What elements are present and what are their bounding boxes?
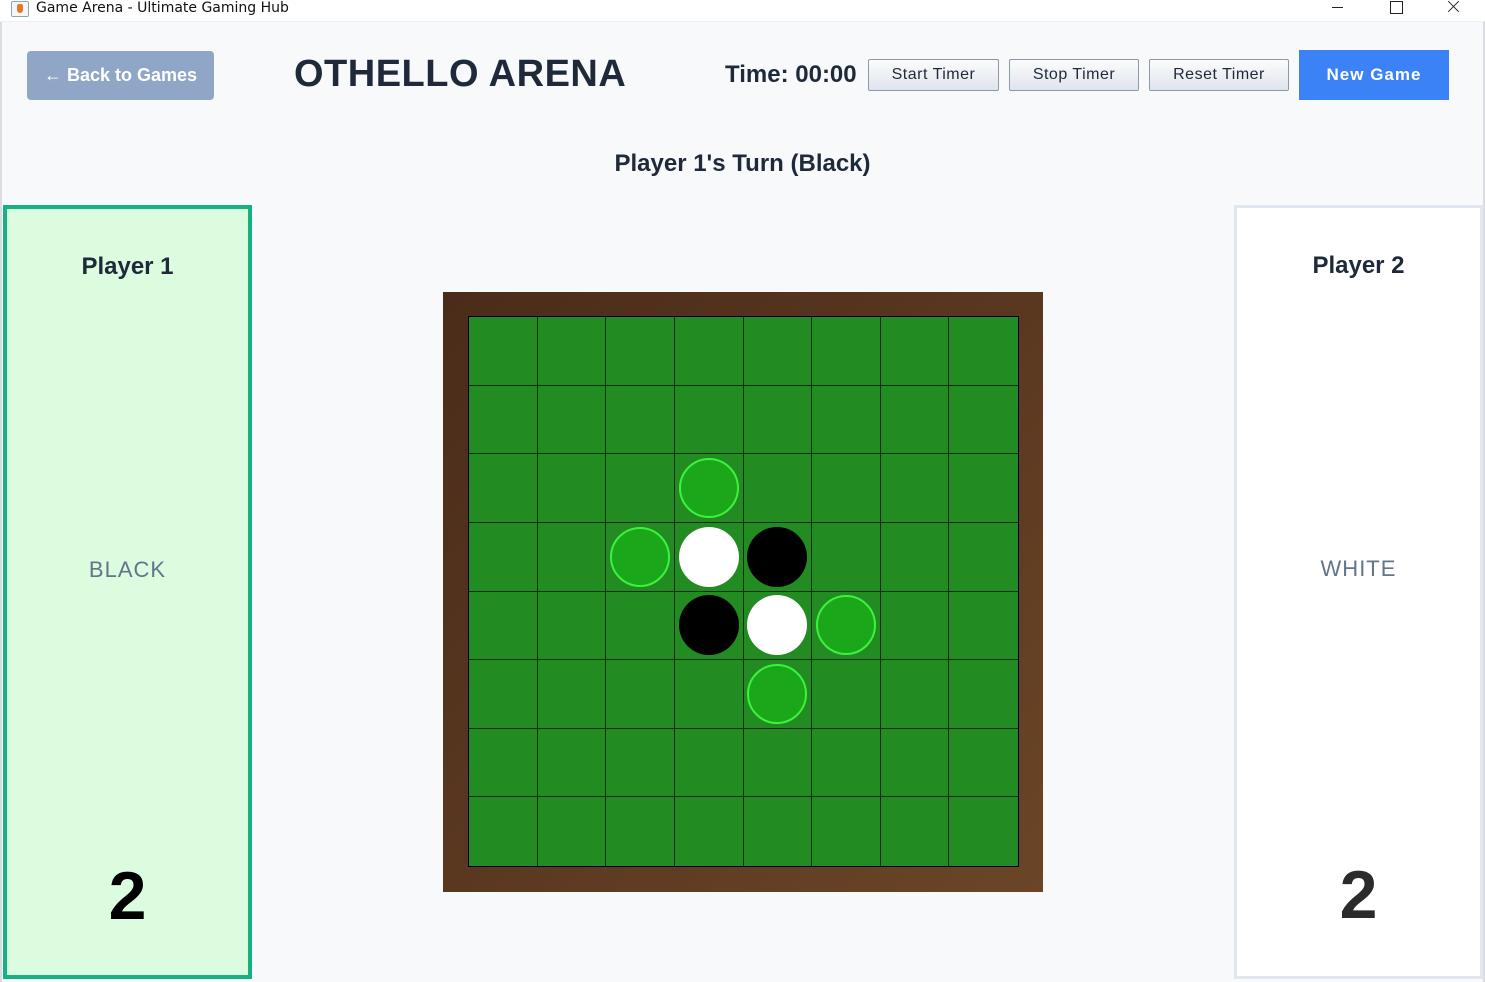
board-cell[interactable] [606,454,675,523]
board-cell[interactable] [469,591,538,661]
board-cell[interactable] [606,728,675,798]
board-cell[interactable] [812,522,881,592]
board-cell[interactable] [674,317,744,386]
board-cell[interactable] [880,522,950,592]
board-cell[interactable] [537,522,607,592]
board-cell[interactable] [949,591,1018,661]
board-cell[interactable] [743,591,813,661]
reset-timer-button[interactable]: Reset Timer [1149,59,1289,91]
minimize-icon[interactable] [1308,0,1366,16]
board-cell[interactable] [949,385,1018,455]
board-cell[interactable] [537,660,607,729]
board-cell[interactable] [880,797,950,866]
valid-move-indicator[interactable] [610,526,671,587]
board-cell[interactable] [812,728,881,798]
board-cell[interactable] [880,385,950,455]
stop-timer-button[interactable]: Stop Timer [1009,59,1139,91]
board-cell[interactable] [880,728,950,798]
board-cell[interactable] [812,797,881,866]
board-cell[interactable] [743,797,813,866]
player-1-name: Player 1 [81,253,174,280]
board-cell[interactable] [812,454,881,523]
board-cell[interactable] [674,591,744,661]
board-cell[interactable] [674,728,744,798]
board-cell[interactable] [743,522,813,592]
new-game-button[interactable]: New Game [1299,50,1449,100]
player-1-score: 2 [108,858,147,934]
board-cell[interactable] [880,454,950,523]
board-cell[interactable] [606,660,675,729]
white-disc [678,526,739,587]
turn-indicator: Player 1's Turn (Black) [614,150,871,177]
board-cell[interactable] [674,454,744,523]
timer-display: Time: 00:00 [725,61,857,88]
board-cell[interactable] [949,797,1018,866]
player-2-color: WHITE [1320,556,1397,581]
player-1-color: BLACK [88,557,167,582]
black-disc [747,526,808,587]
valid-move-indicator[interactable] [815,595,876,656]
board-cell[interactable] [469,660,538,729]
board-cell[interactable] [606,591,675,661]
board-cell[interactable] [537,454,607,523]
back-to-games-button[interactable]: ← Back to Games [27,51,214,100]
board-cell[interactable] [812,317,881,386]
board-cell[interactable] [606,317,675,386]
valid-move-indicator[interactable] [678,458,739,519]
page-title: OTHELLO ARENA [294,53,627,95]
board-cell[interactable] [674,522,744,592]
java-app-icon [11,1,29,17]
board-cell[interactable] [949,728,1018,798]
board-cell[interactable] [743,660,813,729]
player-2-panel: Player 2 WHITE 2 [1234,205,1483,979]
white-disc [747,595,808,656]
board-cell[interactable] [606,797,675,866]
black-disc [678,595,739,656]
board-cell[interactable] [812,385,881,455]
board-cell[interactable] [743,385,813,455]
board-cell[interactable] [949,454,1018,523]
board-cell[interactable] [469,522,538,592]
board-cell[interactable] [469,797,538,866]
board-cell[interactable] [606,385,675,455]
board-cell[interactable] [949,317,1018,386]
window-title-bar: Game Arena - Ultimate Gaming Hub [0,0,1485,22]
player-2-score: 2 [1339,857,1378,933]
start-timer-button[interactable]: Start Timer [868,59,999,91]
board-cell[interactable] [949,660,1018,729]
board-cell[interactable] [949,522,1018,592]
board-cell[interactable] [537,591,607,661]
board-cell[interactable] [743,317,813,386]
board-cell[interactable] [880,591,950,661]
board-frame [443,292,1043,892]
board-cell[interactable] [743,454,813,523]
othello-board [468,316,1019,867]
valid-move-indicator[interactable] [747,663,808,724]
board-cell[interactable] [537,728,607,798]
board-cell[interactable] [674,660,744,729]
maximize-icon[interactable] [1366,0,1424,16]
board-cell[interactable] [469,385,538,455]
board-cell[interactable] [674,385,744,455]
board-cell[interactable] [880,317,950,386]
player-2-name: Player 2 [1312,252,1405,279]
board-cell[interactable] [537,797,607,866]
board-cell[interactable] [812,660,881,729]
close-icon[interactable] [1425,0,1483,16]
board-cell[interactable] [469,728,538,798]
board-cell[interactable] [469,317,538,386]
board-cell[interactable] [880,660,950,729]
board-cell[interactable] [537,385,607,455]
board-cell[interactable] [743,728,813,798]
board-cell[interactable] [674,797,744,866]
board-cell[interactable] [606,522,675,592]
board-cell[interactable] [812,591,881,661]
board-cell[interactable] [537,317,607,386]
board-cell[interactable] [469,454,538,523]
window-title: Game Arena - Ultimate Gaming Hub [36,0,289,16]
player-1-panel: Player 1 BLACK 2 [3,205,252,979]
